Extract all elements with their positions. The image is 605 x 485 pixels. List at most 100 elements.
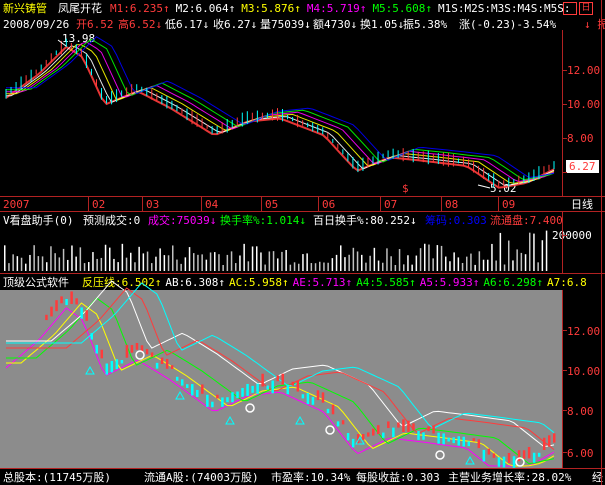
indicator-candle <box>216 394 219 399</box>
high-price-label: 13.98 <box>62 32 96 45</box>
support-tomorrow-label: 明日支撑= <box>16 312 67 325</box>
ma-line <box>6 38 555 181</box>
volume-bar <box>8 263 10 271</box>
ma-line <box>6 44 555 184</box>
indicator-candle <box>90 333 93 340</box>
signal-ring <box>135 350 145 360</box>
volume-bar <box>415 255 418 271</box>
volume-bar <box>151 263 153 271</box>
volume-bar <box>184 257 187 271</box>
legend-item: M1:6.235↑ <box>110 2 170 15</box>
indicator-candle <box>276 375 279 382</box>
volume-bar <box>403 264 405 271</box>
volume-bar <box>281 251 283 271</box>
ma-line <box>5 45 555 189</box>
legend-item: AB:6.308↑ <box>165 276 225 289</box>
signal-ring <box>245 403 255 413</box>
volume-bar <box>340 245 342 271</box>
volume-bar <box>92 252 94 271</box>
indicator-candle <box>221 397 224 407</box>
volume-bar <box>314 263 317 271</box>
footer-total-shares: 总股本:(11745万股) <box>3 471 111 484</box>
indicator-candle <box>281 373 285 385</box>
volume-bar <box>302 254 304 271</box>
footer-more: 经 <box>592 471 603 484</box>
x-axis-09: 09 <box>502 198 516 211</box>
volume-bar <box>482 259 485 271</box>
volume-bar <box>293 262 296 271</box>
volume-panel-title[interactable]: V看盘助手(0) <box>3 214 74 227</box>
stock-code: 代码:000778 <box>3 295 72 308</box>
ind-y-tick-10: 10.00 <box>567 365 601 378</box>
indicator-candle <box>246 383 249 397</box>
indicator-legend: 反压线:6.502↑ AB:6.308↑ AC:5.958↑ AE:5.713↑ A4:… <box>82 276 605 289</box>
indicator-candle <box>160 357 164 365</box>
indicator-candle <box>301 394 305 399</box>
volume-bar <box>428 244 430 271</box>
pattern-name: 凤尾开花 <box>58 2 102 15</box>
volume-bar <box>440 245 443 271</box>
x-axis-03: 03 <box>146 198 160 211</box>
indicator-candle <box>341 420 345 425</box>
legend-item: A4:5.585↑ <box>356 276 416 289</box>
volume-bar <box>222 264 224 271</box>
day-turnover: 当前换手率:1.01% <box>264 295 359 308</box>
volume-bar <box>516 249 518 271</box>
volume-bar <box>445 256 447 271</box>
volume-bar <box>109 247 111 271</box>
volume-bar <box>272 251 275 271</box>
quote-low: 低6.17↓ <box>165 18 210 31</box>
volume-bar <box>54 253 56 271</box>
volume-bar <box>251 246 254 271</box>
volume-chip: 筹码:0.303 <box>425 214 487 227</box>
volume-bar <box>155 256 157 271</box>
window-button-close[interactable]: 日 <box>579 2 593 15</box>
indicator-candle <box>336 421 340 427</box>
indicator-candle <box>115 359 119 370</box>
indicator-candle <box>150 352 154 357</box>
indicator-title[interactable]: 顶级公式软件 <box>3 276 69 289</box>
x-axis-06: 06 <box>322 198 336 211</box>
moving-average-lines <box>5 36 555 189</box>
volume-bar <box>365 262 367 271</box>
x-axis-04: 04 <box>205 198 219 211</box>
indicator-candle <box>311 397 315 405</box>
ind-y-tick-8: 8.00 <box>567 405 594 418</box>
indicator-candle <box>361 434 365 440</box>
indicator-candle <box>331 404 335 415</box>
window-button-minimize[interactable] <box>563 2 577 15</box>
quote-high: 高6.52↓ <box>118 18 163 31</box>
signal-ring <box>325 425 335 435</box>
quote-close: 收6.27↓ <box>213 18 258 31</box>
volume-bar <box>159 248 161 271</box>
main-axis-ticks <box>562 70 567 453</box>
indicator-candle <box>527 446 531 459</box>
indicator-candle <box>226 397 229 403</box>
indicator-candle <box>175 376 179 381</box>
volume-bar <box>466 256 468 271</box>
quote-amplitude: 振5.38% <box>403 18 448 31</box>
indicator-candle <box>155 362 159 369</box>
triangle-marker <box>295 415 305 425</box>
indicator-candle <box>120 360 124 364</box>
signal-ring <box>435 450 445 460</box>
volume-bar <box>503 264 506 271</box>
x-axis-2007: 2007 <box>3 198 30 211</box>
volume-bar <box>41 256 44 271</box>
volume-bar <box>230 251 233 271</box>
volume-bar <box>382 262 384 271</box>
x-axis-07: 07 <box>384 198 398 211</box>
volume-bar <box>260 252 262 271</box>
quote-turnover: 换1.05↓ <box>360 18 405 31</box>
volume-bar <box>470 253 472 271</box>
indicator-candle <box>266 385 269 390</box>
period-daily-button[interactable]: 日线 <box>571 198 593 211</box>
indicator-candle <box>75 298 78 305</box>
indicator-candle <box>261 373 264 387</box>
legend-item: A7:6.8 <box>547 276 587 289</box>
volume-bar <box>96 258 98 271</box>
volume-bar <box>335 254 338 271</box>
x-axis-02: 02 <box>92 198 106 211</box>
triangle-marker <box>225 415 235 425</box>
indicator-candle <box>100 349 104 359</box>
